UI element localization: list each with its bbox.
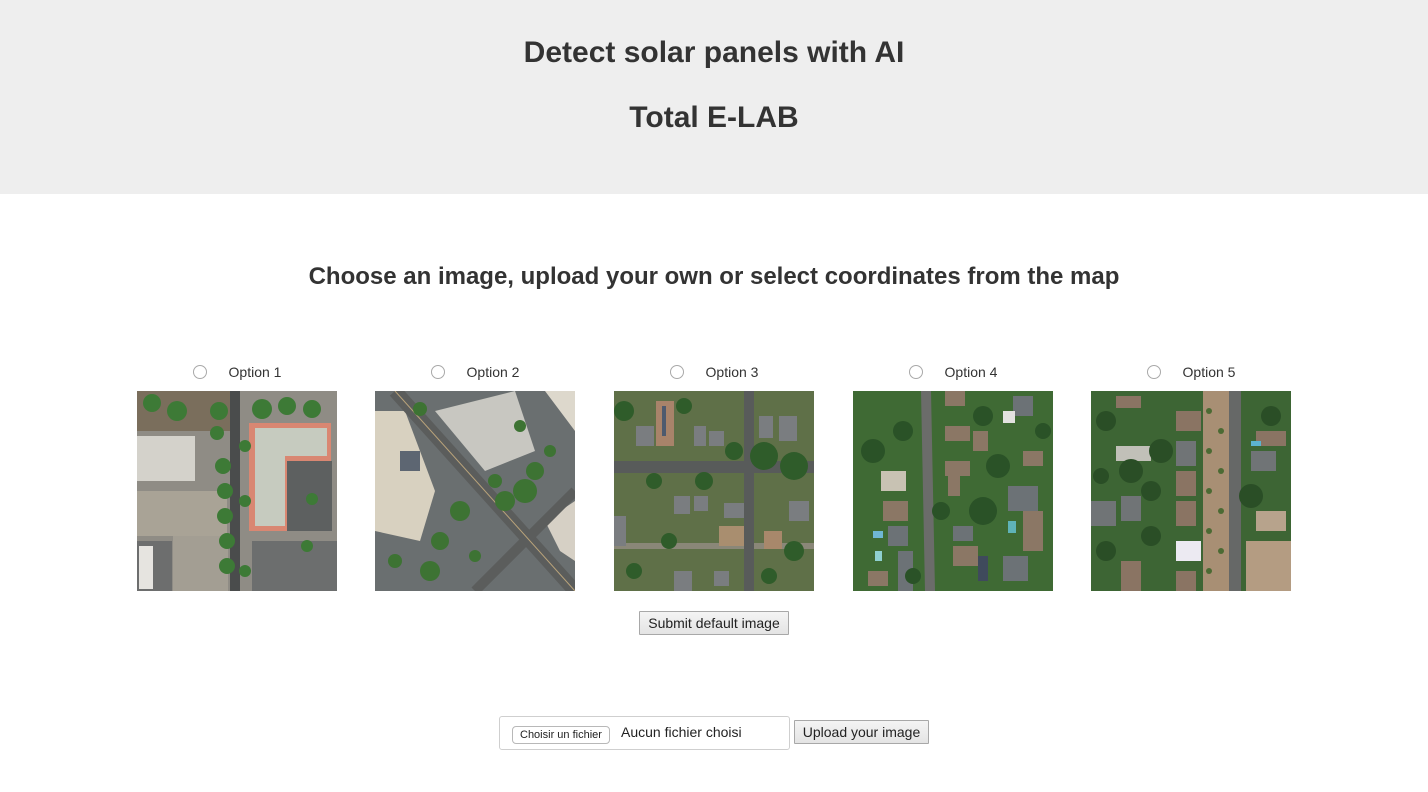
option-4-image[interactable] (853, 391, 1053, 591)
option-2-radio[interactable] (430, 365, 445, 379)
choose-file-button[interactable]: Choisir un fichier (512, 726, 610, 744)
option-5-image[interactable] (1091, 391, 1291, 591)
option-1-label[interactable]: Option 1 (229, 364, 282, 380)
image-option-5: Option 5 (1091, 362, 1291, 591)
option-3-label[interactable]: Option 3 (706, 364, 759, 380)
aerial-thumbnail-3 (614, 391, 814, 591)
file-status-text: Aucun fichier choisi (621, 724, 742, 740)
option-5-radio[interactable] (1146, 365, 1161, 379)
option-1-radio[interactable] (192, 365, 207, 379)
option-2-image[interactable] (375, 391, 575, 591)
page-subtitle: Total E-LAB (629, 101, 799, 134)
option-1-image[interactable] (137, 391, 337, 591)
option-5-label[interactable]: Option 5 (1183, 364, 1236, 380)
instruction-heading: Choose an image, upload your own or sele… (308, 263, 1120, 290)
image-option-1: Option 1 (137, 362, 337, 591)
option-3-image[interactable] (614, 391, 814, 591)
page-title: Detect solar panels with AI (523, 36, 905, 69)
option-4-radio[interactable] (908, 365, 923, 379)
aerial-thumbnail-5 (1091, 391, 1291, 591)
option-2-label[interactable]: Option 2 (467, 364, 520, 380)
upload-image-button[interactable]: Upload your image (794, 720, 929, 744)
aerial-thumbnail-4 (853, 391, 1053, 591)
file-input[interactable]: Choisir un fichier Aucun fichier choisi (499, 716, 790, 750)
option-3-radio[interactable] (669, 365, 684, 379)
image-option-4: Option 4 (853, 362, 1053, 591)
aerial-thumbnail-1 (137, 391, 337, 591)
option-4-label[interactable]: Option 4 (945, 364, 998, 380)
page-header: Detect solar panels with AI Total E-LAB (0, 0, 1428, 194)
image-option-2: Option 2 (375, 362, 575, 591)
aerial-thumbnail-2 (375, 391, 575, 591)
submit-default-image-button[interactable]: Submit default image (639, 611, 789, 635)
image-option-3: Option 3 (614, 362, 814, 591)
